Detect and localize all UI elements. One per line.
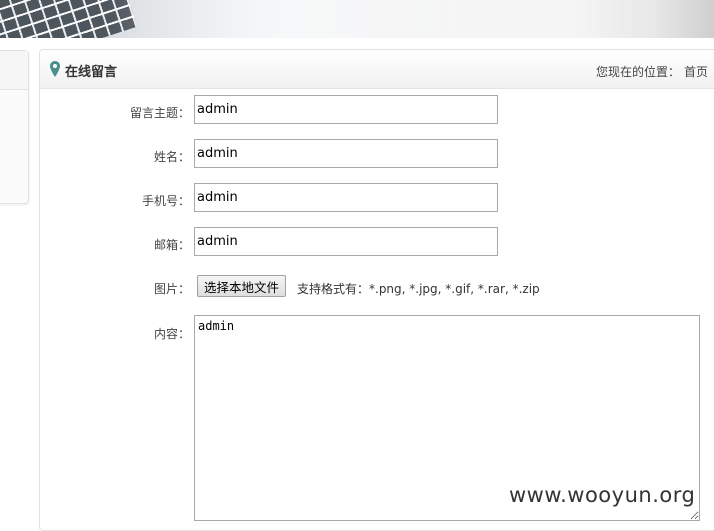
image-label: 图片： xyxy=(153,282,190,296)
breadcrumb-label: 您现在的位置： xyxy=(595,65,680,79)
subject-input[interactable] xyxy=(194,95,498,124)
banner-band xyxy=(110,0,714,38)
name-label: 姓名： xyxy=(153,150,190,164)
file-format-hint: 支持格式有：*.png, *.jpg, *.gif, *.rar, *.zip xyxy=(297,282,540,296)
breadcrumb-home-link[interactable]: 首页 xyxy=(684,65,708,79)
phone-label: 手机号： xyxy=(141,194,190,208)
page-title: 在线留言 xyxy=(65,65,118,80)
panel-header: 在线留言 您现在的位置： 首页 xyxy=(40,50,714,89)
choose-file-button[interactable]: 选择本地文件 xyxy=(197,275,287,297)
left-sidebar-panel xyxy=(0,50,29,204)
location-pin-icon xyxy=(50,61,60,77)
email-input[interactable] xyxy=(194,227,498,256)
name-input[interactable] xyxy=(194,139,498,168)
content-label: 内容： xyxy=(153,327,190,341)
watermark-text: www.wooyun.org xyxy=(509,483,696,507)
left-sidebar-header xyxy=(0,51,28,90)
phone-input[interactable] xyxy=(194,183,498,212)
breadcrumb: 您现在的位置： 首页 xyxy=(592,63,708,80)
subject-label: 留言主题： xyxy=(129,106,190,120)
top-banner xyxy=(0,0,714,38)
email-label: 邮箱： xyxy=(153,238,190,252)
